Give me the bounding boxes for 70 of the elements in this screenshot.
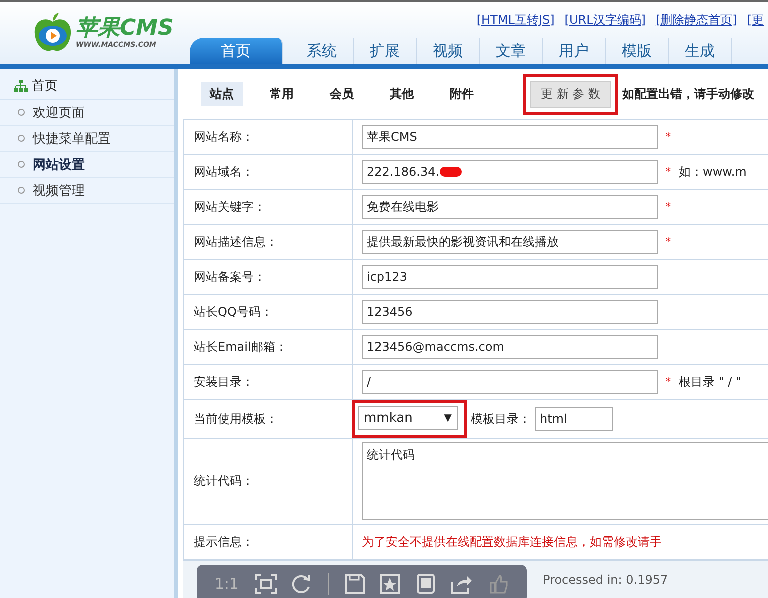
sidebar-item[interactable]: 网站设置 (0, 152, 174, 178)
required-mark: * (666, 132, 671, 142)
top-link[interactable]: [URL汉字编码] (564, 12, 646, 29)
star-bookmark-icon[interactable] (380, 574, 400, 594)
footer-text: Processed in: 0.1957 (543, 572, 668, 586)
field-label: 安装目录： (183, 365, 353, 399)
sidebar-item[interactable]: 欢迎页面 (0, 100, 174, 126)
nav-tab[interactable]: 文章 (480, 38, 543, 64)
input-field[interactable]: 苹果CMS (362, 125, 658, 149)
sidebar-title: 首页 (32, 78, 58, 95)
sidebar-item[interactable]: 快捷菜单配置 (0, 126, 174, 152)
circle-bullet-icon (18, 135, 25, 142)
field-hint: 根目录 " / " (679, 374, 742, 390)
nav-tab[interactable]: 首页 (190, 38, 283, 64)
circle-bullet-icon (18, 109, 25, 116)
thumbs-up-icon[interactable] (489, 574, 510, 594)
sub-tab[interactable]: 会员 (321, 82, 363, 106)
required-mark: * (666, 166, 671, 178)
required-mark: * (666, 202, 671, 212)
sub-tab[interactable]: 附件 (441, 82, 483, 106)
update-button[interactable]: 更 新 参 数 (530, 80, 612, 108)
fit-screen-icon[interactable] (254, 574, 277, 594)
field-label: 统计代码： (183, 439, 353, 524)
nav-tab[interactable]: 模版 (606, 38, 669, 64)
top-link[interactable]: [删除静态首页] (656, 12, 738, 29)
sub-tab[interactable]: 其他 (381, 82, 423, 106)
nav-tab[interactable]: 系统 (291, 38, 354, 64)
input-field[interactable]: html (535, 407, 613, 431)
nav-tab[interactable]: 生成 (669, 38, 732, 64)
field-label: 网站名称： (183, 120, 353, 154)
tablet-icon[interactable] (416, 574, 436, 594)
share-icon[interactable] (451, 574, 474, 594)
top-link[interactable]: [HTML互转JS] (476, 12, 555, 29)
save-icon[interactable] (344, 574, 365, 594)
circle-bullet-icon (18, 187, 25, 194)
field-label: 当前使用模板： (183, 400, 353, 438)
field-label: 提示信息： (183, 525, 353, 559)
nav-tab[interactable]: 用户 (543, 38, 606, 64)
input-field[interactable]: icp123 (362, 265, 658, 289)
field-label: 网站描述信息： (183, 225, 353, 259)
input-field[interactable]: 提供最新最快的影视资讯和在线播放 (362, 230, 658, 254)
rotate-icon[interactable] (292, 574, 312, 594)
sitemap-icon (14, 80, 28, 92)
sub-tab[interactable]: 站点 (201, 82, 243, 106)
required-mark: * (666, 376, 671, 388)
field-label: 网站域名： (183, 155, 353, 189)
input-field[interactable]: 免费在线电影 (362, 195, 658, 219)
sub-tab[interactable]: 常用 (261, 82, 303, 106)
input-field[interactable]: 123456 (362, 300, 658, 324)
logo-text: 苹果CMS (76, 17, 174, 41)
field-hint: 如：www.m (679, 164, 747, 180)
input-field[interactable]: / (362, 370, 658, 394)
template-select[interactable]: mmkan ▼ (358, 406, 458, 430)
field-label: 网站关键字： (183, 190, 353, 224)
nav-tab[interactable]: 扩展 (354, 38, 417, 64)
apple-logo-icon (32, 12, 74, 54)
field-label: 站长Email邮箱： (183, 330, 353, 364)
field-label: 模板目录： (471, 410, 531, 428)
required-mark: * (666, 236, 671, 248)
field-label: 网站备案号： (183, 260, 353, 294)
sidebar-item[interactable]: 视频管理 (0, 178, 174, 204)
input-field[interactable]: 123456@maccms.com (362, 335, 658, 359)
nav-tab[interactable]: 视频 (417, 38, 480, 64)
code-textarea[interactable]: 统计代码 (362, 442, 768, 520)
field-label: 站长QQ号码： (183, 295, 353, 329)
warning-text: 为了安全不提供在线配置数据库连接信息，如需修改请手 (362, 534, 662, 550)
input-field[interactable]: 222.186.34. (362, 160, 658, 184)
top-link[interactable]: [更 (747, 12, 764, 29)
help-note: 如配置出错，请手动修改 (622, 86, 754, 102)
circle-bullet-icon (18, 161, 25, 168)
